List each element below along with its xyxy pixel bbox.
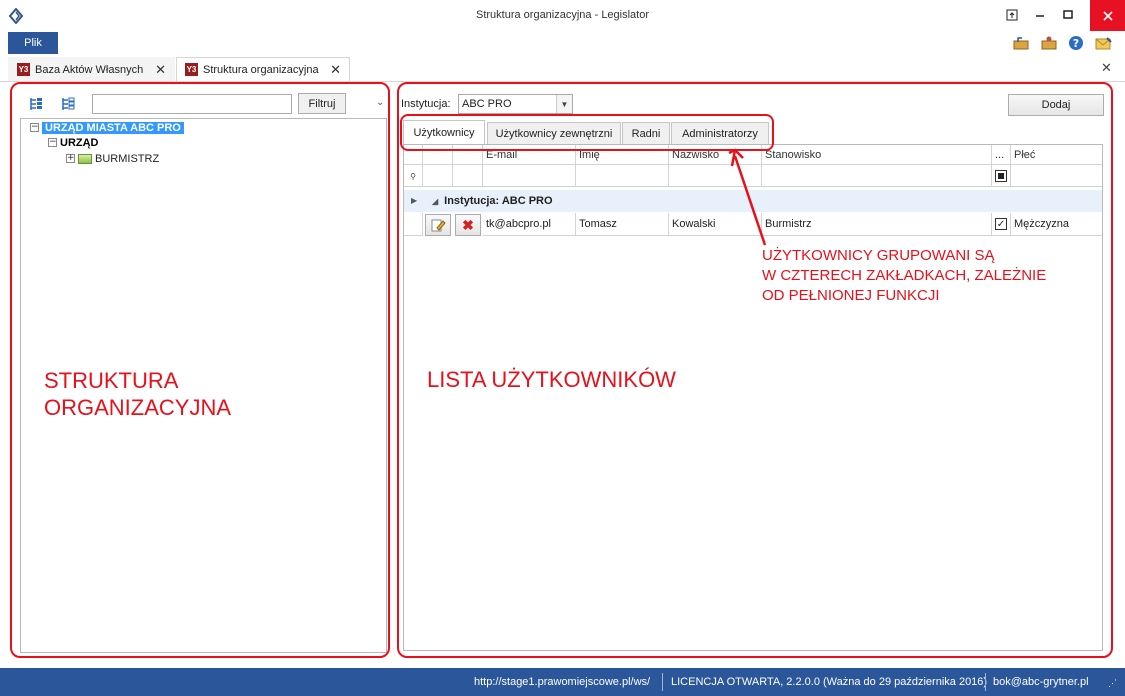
close-tab-icon[interactable]: ✕ xyxy=(330,62,341,78)
status-license: LICENCJA OTWARTA, 2.2.0.0 (Ważna do 29 p… xyxy=(671,676,988,688)
annotation-callout: UŻYTKOWNICY GRUPOWANI SĄ W CZTERECH ZAKŁ… xyxy=(762,246,1102,306)
status-url: http://stage1.prawomiejscowe.pl/ws/ xyxy=(474,676,651,688)
annotation-left-label: STRUKTURA ORGANIZACYJNA xyxy=(44,367,364,421)
close-window-button[interactable] xyxy=(1090,0,1125,31)
doc-tab-struktura[interactable]: Y3 Struktura organizacyjna ✕ xyxy=(176,57,350,81)
doc-tab-label: Struktura organizacyjna xyxy=(203,63,319,76)
pin-window-button[interactable] xyxy=(998,4,1026,26)
close-all-tabs-icon[interactable]: ✕ xyxy=(1101,60,1112,76)
export-icon[interactable] xyxy=(1012,35,1030,51)
file-menu-button[interactable]: Plik xyxy=(8,32,58,54)
annotation-tabs-frame xyxy=(400,114,774,151)
svg-text:?: ? xyxy=(1073,37,1079,50)
window-title: Struktura organizacyjna - Legislator xyxy=(475,9,650,21)
maximize-button[interactable] xyxy=(1054,4,1082,26)
close-tab-icon[interactable]: ✕ xyxy=(155,62,166,78)
app-doc-icon: Y3 xyxy=(185,63,198,76)
annotation-line: OD PEŁNIONEJ FUNKCJI xyxy=(762,287,940,304)
status-email: bok@abc-grytner.pl xyxy=(993,676,1089,688)
doc-tab-label: Baza Aktów Własnych xyxy=(35,63,144,76)
status-divider xyxy=(985,673,986,691)
annotation-line: W CZTERECH ZAKŁADKACH, ZALEŻNIE xyxy=(762,267,1047,284)
mail-icon[interactable] xyxy=(1095,35,1113,51)
doc-tab-baza-aktow[interactable]: Y3 Baza Aktów Własnych ✕ xyxy=(8,57,175,81)
annotation-line: UŻYTKOWNICY GRUPOWANI SĄ xyxy=(762,247,995,264)
resize-grip-icon[interactable]: ⋰ xyxy=(1108,678,1117,689)
minimize-button[interactable] xyxy=(1026,4,1054,26)
status-bar: http://stage1.prawomiejscowe.pl/ws/ LICE… xyxy=(0,668,1125,696)
import-icon[interactable] xyxy=(1040,35,1058,51)
annotation-arrow-icon xyxy=(728,148,767,246)
annotation-right-label: LISTA UŻYTKOWNIKÓW xyxy=(427,367,676,392)
annotation-line: ORGANIZACYJNA xyxy=(44,395,232,420)
panel-splitter[interactable]: ⋮ xyxy=(393,366,402,380)
status-divider xyxy=(662,673,663,691)
annotation-line: STRUKTURA xyxy=(44,368,179,393)
app-doc-icon: Y3 xyxy=(17,63,30,76)
help-icon[interactable]: ? xyxy=(1067,35,1085,51)
